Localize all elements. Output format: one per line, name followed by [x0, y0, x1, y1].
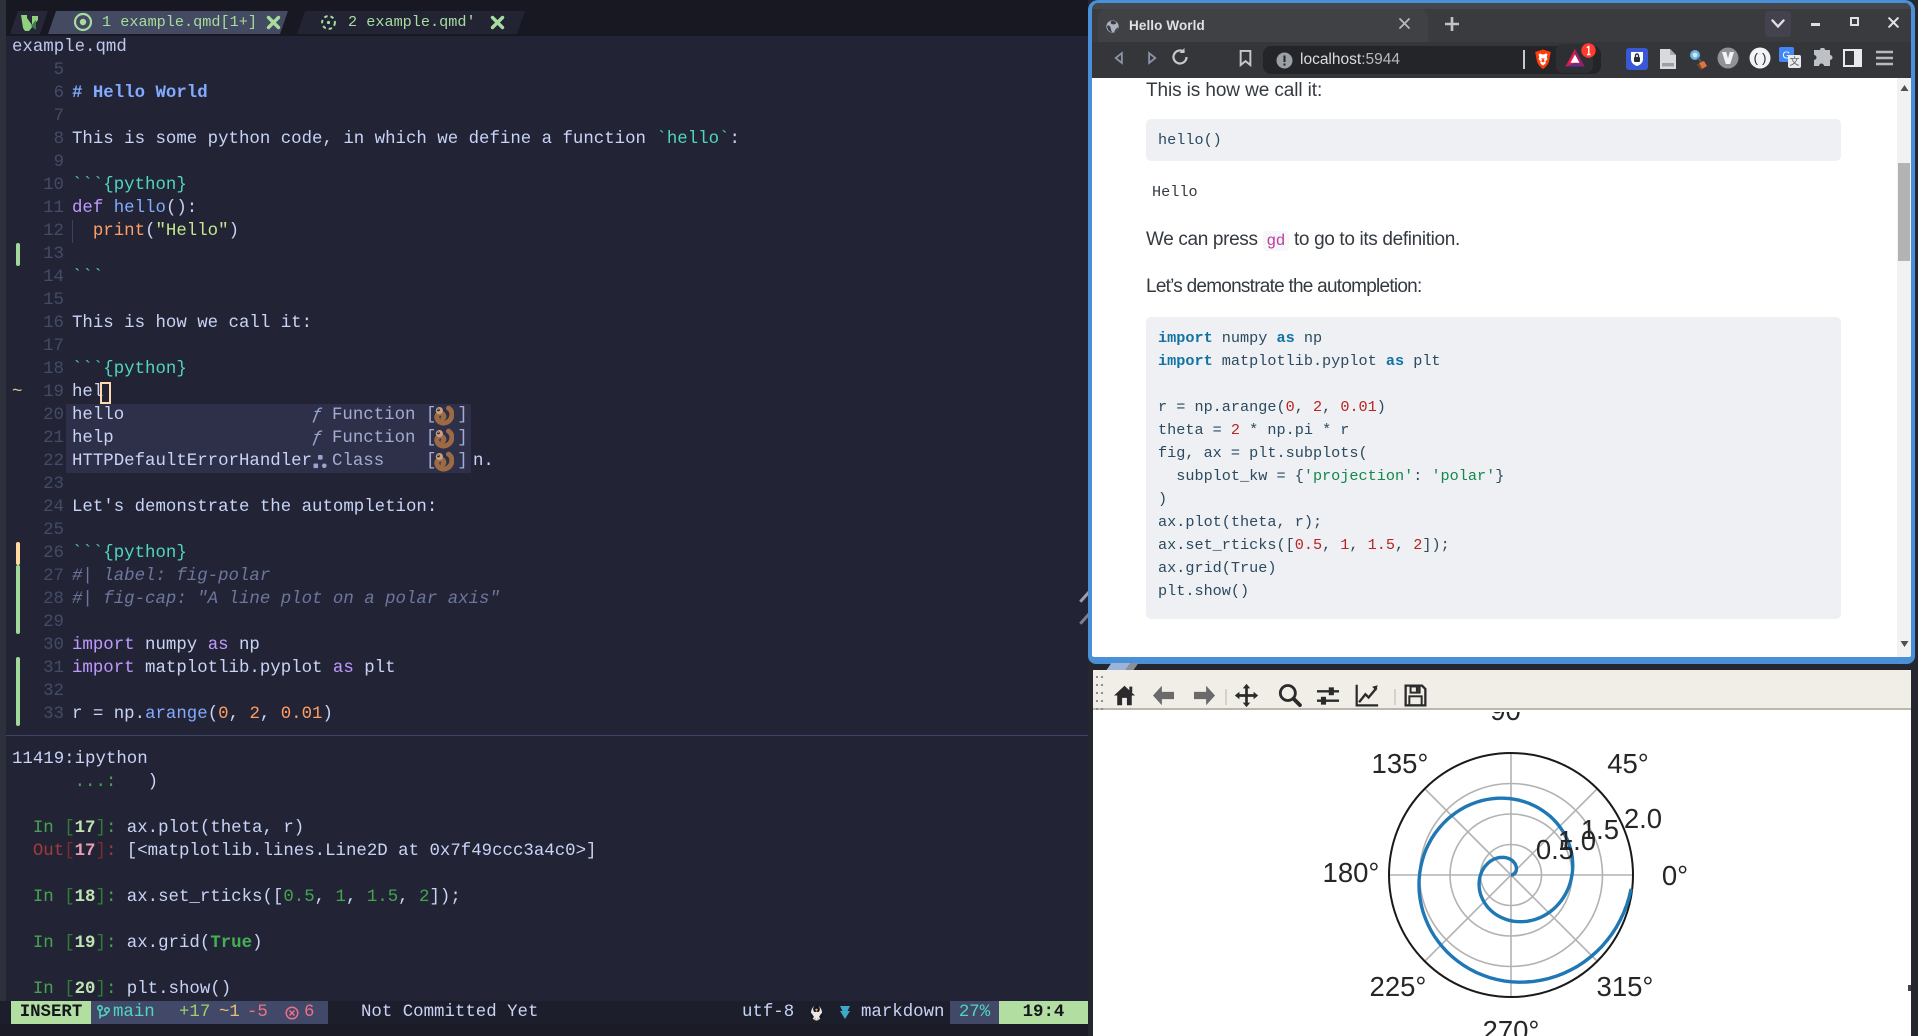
svg-text:180°: 180° — [1323, 857, 1380, 888]
svg-text:45°: 45° — [1607, 748, 1649, 779]
svg-text:225°: 225° — [1370, 971, 1427, 1002]
svg-text:315°: 315° — [1597, 971, 1654, 1002]
svg-text:90°: 90° — [1490, 712, 1532, 726]
svg-text:(): () — [1752, 52, 1768, 67]
svg-text:2.0: 2.0 — [1624, 803, 1662, 834]
svg-text:270°: 270° — [1483, 1015, 1540, 1036]
svg-text:1.5: 1.5 — [1581, 814, 1619, 845]
svg-text:135°: 135° — [1372, 748, 1429, 779]
svg-text:0°: 0° — [1662, 860, 1688, 891]
svg-text:文: 文 — [1790, 55, 1800, 68]
